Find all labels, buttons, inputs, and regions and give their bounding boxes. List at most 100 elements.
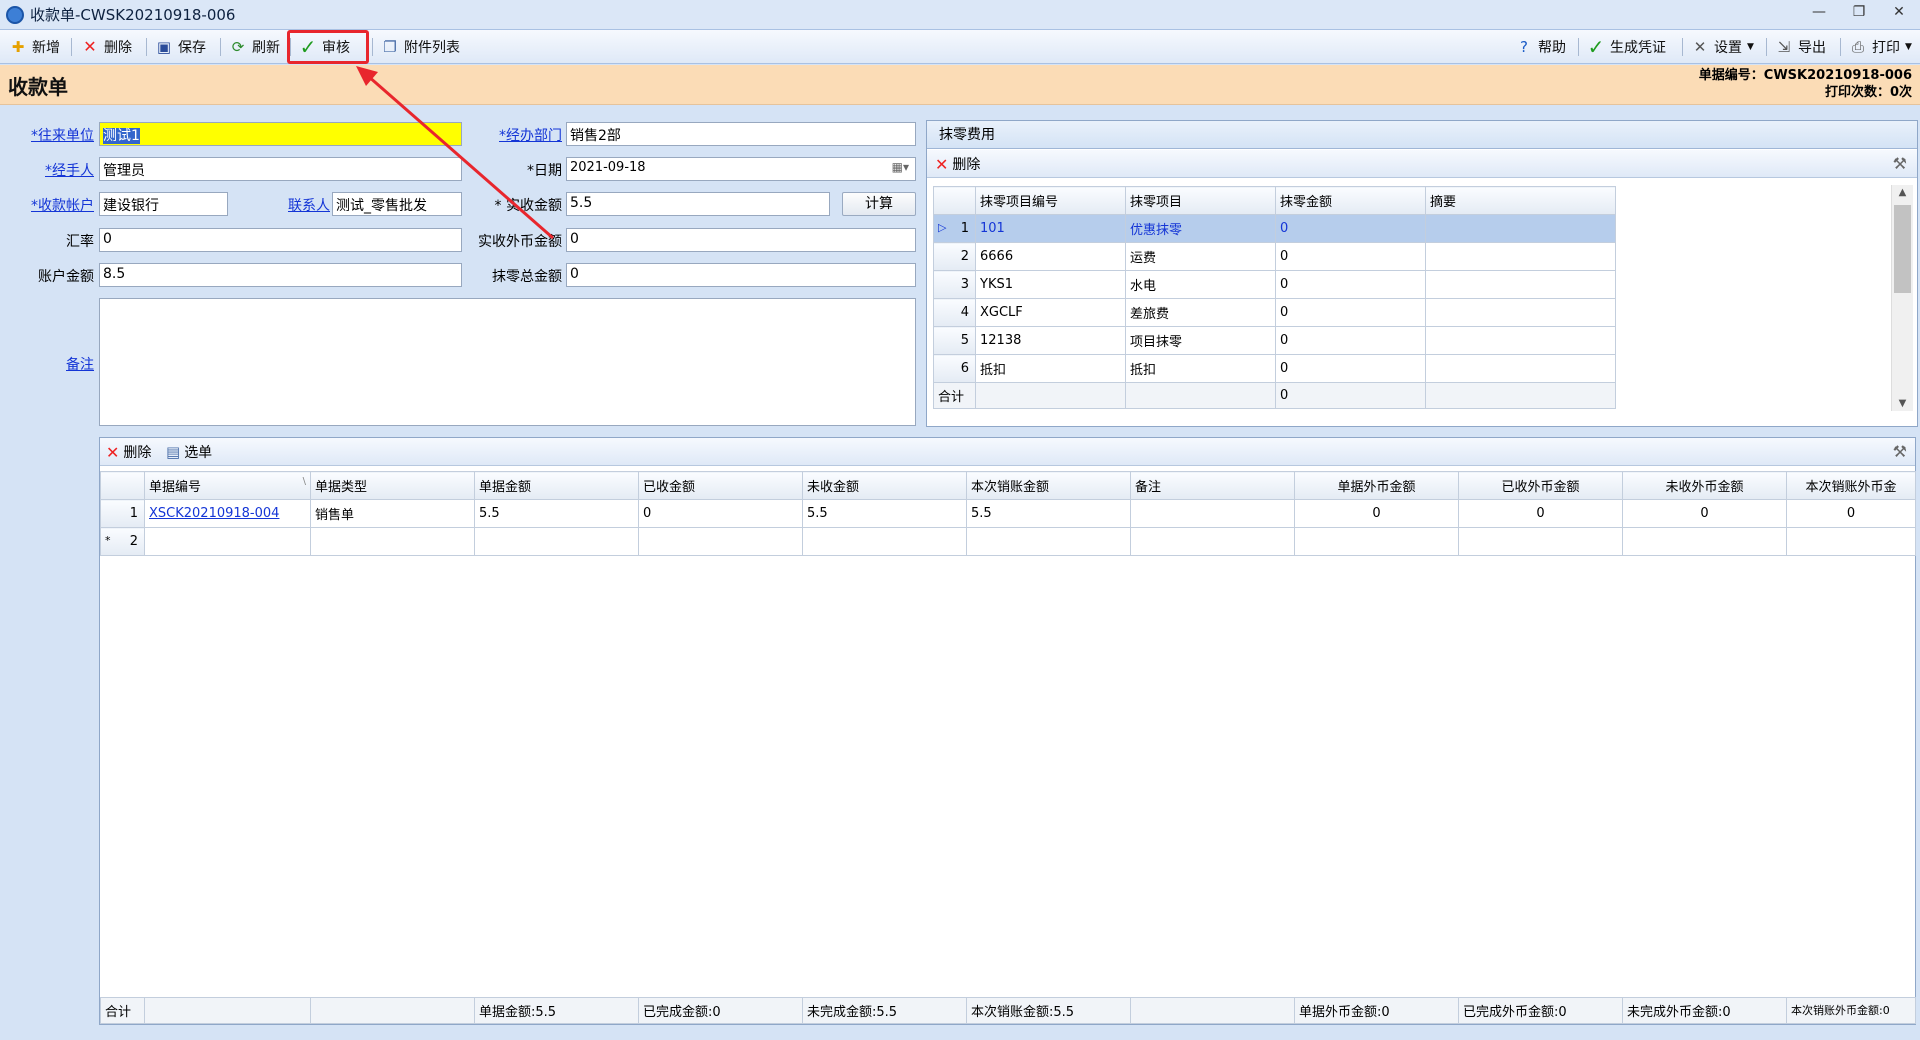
- app-icon: [6, 5, 24, 24]
- column-header[interactable]: 抹零金额: [1275, 186, 1426, 215]
- rate-input[interactable]: 0: [99, 228, 462, 252]
- close-button[interactable]: ✕: [1886, 4, 1912, 20]
- export-button[interactable]: ⇲ 导出: [1772, 34, 1829, 60]
- scroll-thumb[interactable]: [1894, 205, 1911, 293]
- calendar-dropdown-icon[interactable]: ▦▾: [892, 160, 909, 174]
- table-row[interactable]: 5 12138 项目抹零 0: [933, 326, 1616, 355]
- restore-button[interactable]: ❐: [1846, 4, 1872, 20]
- column-header[interactable]: 抹零项目: [1125, 186, 1276, 215]
- voucher-button[interactable]: ✓ 生成凭证: [1584, 34, 1669, 60]
- current-row-icon: ▷: [938, 221, 947, 234]
- refresh-icon: ⟳: [231, 37, 245, 56]
- select-doc-icon: ▤: [166, 443, 181, 461]
- detail-table: 单据编号 \ 单据类型 单据金额 已收金额 未收金额 本次销账金额 备注 单据外币…: [100, 471, 1916, 556]
- table-row[interactable]: 2 6666 运费 0: [933, 242, 1616, 271]
- column-header[interactable]: 未收金额: [802, 471, 967, 500]
- dept-label[interactable]: *经办部门: [470, 125, 562, 145]
- save-icon: ▣: [156, 37, 172, 56]
- select-doc-button[interactable]: ▤ 选单: [166, 442, 212, 462]
- window-controls: — ❐ ✕: [1806, 4, 1912, 20]
- attachment-icon: ❐: [383, 37, 397, 56]
- dropdown-icon: ▼: [1905, 42, 1912, 52]
- export-icon: ⇲: [1777, 37, 1791, 56]
- writeoff-total-input[interactable]: 0: [566, 263, 916, 287]
- foreign-received-input[interactable]: 0: [566, 228, 916, 252]
- foreign-received-label: 实收外币金额: [478, 234, 562, 250]
- audit-highlight-box: [287, 30, 369, 64]
- writeoff-total-label: 抹零总金额: [492, 269, 562, 285]
- handler-label[interactable]: *经手人: [20, 160, 94, 180]
- column-header[interactable]: 单据类型: [310, 471, 475, 500]
- column-header[interactable]: 本次销账金额: [966, 471, 1131, 500]
- scroll-down-icon[interactable]: ▼: [1892, 398, 1913, 409]
- table-row[interactable]: ▷ 1 101 优惠抹零 0: [933, 214, 1616, 243]
- window-title: 收款单-CWSK20210918-006: [30, 6, 236, 24]
- doc-link[interactable]: XSCK20210918-004: [149, 506, 279, 521]
- remark-textarea[interactable]: [99, 298, 916, 426]
- table-row[interactable]: 6 抵扣 抵扣 0: [933, 354, 1616, 383]
- help-button[interactable]: ? 帮助: [1512, 34, 1569, 60]
- refresh-button[interactable]: ⟳ 刷新: [226, 34, 283, 60]
- table-row[interactable]: 4 XGCLF 差旅费 0: [933, 298, 1616, 327]
- account-label[interactable]: *收款帐户: [20, 195, 94, 215]
- grid-settings-icon[interactable]: ⚒: [1893, 154, 1907, 173]
- sort-icon: \: [302, 476, 306, 487]
- settings-button[interactable]: ✕ 设置 ▼: [1688, 34, 1757, 60]
- account-amount-input[interactable]: 8.5: [99, 263, 462, 287]
- writeoff-delete-button[interactable]: ✕ 删除: [935, 154, 980, 174]
- handler-input[interactable]: 管理员: [99, 157, 462, 181]
- table-row[interactable]: * 2: [100, 527, 1916, 556]
- column-header[interactable]: 已收外币金额: [1458, 471, 1623, 500]
- total-row: 合计 0: [933, 382, 1616, 409]
- grid-settings-icon[interactable]: ⚒: [1893, 442, 1907, 461]
- column-header[interactable]: 已收金额: [638, 471, 803, 500]
- print-button[interactable]: ⎙ 打印 ▼: [1846, 34, 1915, 60]
- column-header[interactable]: 抹零项目编号: [975, 186, 1126, 215]
- rate-label: 汇率: [66, 234, 94, 250]
- customer-label[interactable]: *往来单位: [20, 125, 94, 145]
- save-button[interactable]: ▣ 保存: [152, 34, 209, 60]
- column-header[interactable]: 单据外币金额: [1294, 471, 1459, 500]
- title-bar: 收款单-CWSK20210918-006 — ❐ ✕: [0, 0, 1920, 30]
- column-header[interactable]: 本次销账外币金: [1786, 471, 1916, 500]
- writeoff-panel-title: 抹零费用: [927, 121, 1917, 149]
- column-header[interactable]: 单据编号 \: [144, 471, 311, 500]
- new-button[interactable]: ✚ 新增: [6, 34, 63, 60]
- delete-icon: ✕: [83, 37, 97, 56]
- scroll-up-icon[interactable]: ▲: [1892, 187, 1913, 198]
- detail-grid-panel: ✕ 删除 ▤ 选单 ⚒ 单据编号 \ 单据类型 单据金额 已收金额 未收金额 本次销账…: [99, 437, 1916, 1025]
- column-header[interactable]: 未收外币金额: [1622, 471, 1787, 500]
- printer-icon: ⎙: [1851, 37, 1864, 56]
- doc-number: 单据编号：CWSK20210918-006: [1698, 68, 1912, 83]
- attachments-button[interactable]: ❐ 附件列表: [378, 34, 463, 60]
- contact-input[interactable]: 测试_零售批发: [332, 192, 462, 216]
- help-icon: ?: [1520, 37, 1528, 56]
- writeoff-scrollbar[interactable]: ▲ ▼: [1891, 185, 1913, 411]
- detail-toolbar: ✕ 删除 ▤ 选单 ⚒: [100, 438, 1915, 466]
- remark-label[interactable]: 备注: [20, 354, 94, 374]
- received-label: * 实收金额: [494, 198, 562, 214]
- table-row[interactable]: 1 XSCK20210918-004 销售单 5.5 0 5.5 5.5 0 0…: [100, 499, 1916, 528]
- form-header: 收款单 单据编号：CWSK20210918-006 打印次数：0次: [0, 65, 1920, 105]
- corner-header: [100, 471, 145, 500]
- account-input[interactable]: 建设银行: [99, 192, 228, 216]
- column-header[interactable]: 摘要: [1425, 186, 1616, 215]
- table-row[interactable]: 3 YKS1 水电 0: [933, 270, 1616, 299]
- total-row: 合计 单据金额:5.5 已完成金额:0 未完成金额:5.5 本次销账金额:5.5…: [100, 997, 1916, 1024]
- contact-label[interactable]: 联系人: [266, 195, 330, 215]
- dept-input[interactable]: 销售2部: [566, 122, 916, 146]
- check-icon: ✓: [1587, 35, 1605, 59]
- date-input[interactable]: 2021-09-18 ▦▾: [566, 157, 916, 181]
- detail-footer: 合计 单据金额:5.5 已完成金额:0 未完成金额:5.5 本次销账金额:5.5…: [100, 997, 1916, 1024]
- customer-input[interactable]: 测试1: [99, 122, 462, 146]
- dropdown-icon: ▼: [1747, 42, 1754, 52]
- calc-button[interactable]: 计算: [842, 192, 916, 216]
- minimize-button[interactable]: —: [1806, 4, 1832, 20]
- page-title: 收款单: [8, 75, 68, 99]
- column-header[interactable]: 备注: [1130, 471, 1295, 500]
- detail-delete-button[interactable]: ✕ 删除: [106, 442, 151, 462]
- corner-header: [933, 186, 976, 215]
- received-input[interactable]: 5.5: [566, 192, 830, 216]
- delete-button[interactable]: ✕ 删除: [78, 34, 135, 60]
- column-header[interactable]: 单据金额: [474, 471, 639, 500]
